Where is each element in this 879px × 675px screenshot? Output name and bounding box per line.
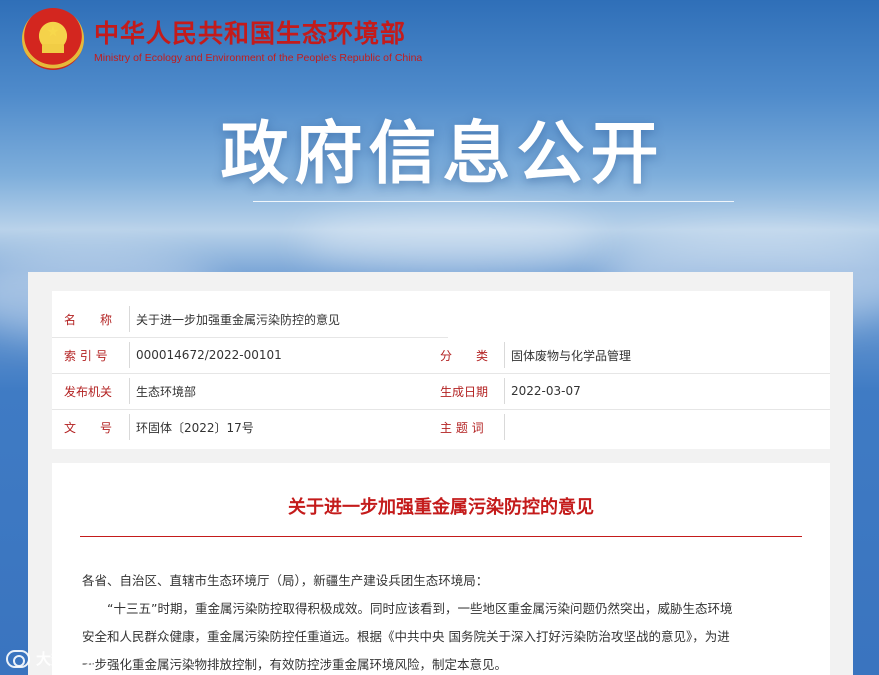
paragraph-line: 一步强化重金属污染物排放控制，有效防控涉重金属环境风险，制定本意见。: [82, 657, 508, 672]
divider: [504, 378, 505, 404]
salutation-text: 各省、自治区、直辖市生态环境厅（局），新疆生产建设兵团生态环境局：: [82, 573, 489, 588]
divider: [129, 378, 130, 404]
category-label: 分 类: [440, 348, 489, 363]
paragraph-line: “十三五”时期，重金属污染防控取得积极成效。同时应该看到，一些地区重金属污染问题…: [107, 601, 733, 616]
watermark-logo-icon: [6, 649, 30, 668]
info-row-index: 索 引 号 000014672/2022-00101 分 类 固体废物与化学品管…: [52, 337, 830, 373]
divider: [129, 414, 130, 440]
docno-value: 环固体〔2022〕17号: [136, 420, 254, 435]
info-row-docno: 文 号 环固体〔2022〕17号 主 题 词: [52, 409, 830, 445]
site-name[interactable]: 中华人民共和国生态环境部: [94, 14, 422, 50]
index-label: 索 引 号: [64, 348, 108, 363]
info-row-name: 名 称 关于进一步加强重金属污染防控的意见: [52, 301, 830, 337]
document-body: 关于进一步加强重金属污染防控的意见 各省、自治区、直辖市生态环境厅（局），新疆生…: [52, 463, 830, 675]
watermark: 大数跨境: [6, 648, 96, 669]
title-divider: [80, 536, 802, 537]
info-row-issuer: 发布机关 生态环境部 生成日期 2022-03-07: [52, 373, 830, 409]
issuer-value: 生态环境部: [136, 384, 197, 399]
divider: [504, 414, 505, 440]
hero-underline: [253, 201, 734, 202]
watermark-text: 大数跨境: [36, 650, 97, 668]
site-title-block[interactable]: 中华人民共和国生态环境部 Ministry of Ecology and Env…: [94, 14, 422, 64]
date-value: 2022-03-07: [511, 384, 581, 398]
date-label: 生成日期: [440, 384, 489, 399]
site-name-english: Ministry of Ecology and Environment of t…: [94, 52, 423, 64]
divider: [129, 306, 130, 332]
divider: [504, 342, 505, 368]
site-header: ★ 中华人民共和国生态环境部 Ministry of Ecology and E…: [22, 8, 422, 70]
docno-label: 文 号: [64, 420, 113, 435]
issuer-label: 发布机关: [64, 384, 113, 399]
info-table: 名 称 关于进一步加强重金属污染防控的意见 索 引 号 000014672/20…: [52, 291, 830, 449]
name-label: 名 称: [64, 312, 113, 327]
paragraph-line: 安全和人民群众健康，重金属污染防控任重道远。根据《中共中央 国务院关于深入打好污…: [82, 629, 730, 644]
document-title: 关于进一步加强重金属污染防控的意见: [288, 497, 594, 518]
category-value: 固体废物与化学品管理: [511, 348, 632, 363]
keywords-label: 主 题 词: [440, 420, 484, 435]
name-value: 关于进一步加强重金属污染防控的意见: [136, 312, 341, 327]
divider: [129, 342, 130, 368]
index-value: 000014672/2022-00101: [136, 348, 282, 362]
hero-title: 政府信息公开: [220, 115, 665, 194]
national-emblem-icon[interactable]: ★: [22, 8, 84, 70]
